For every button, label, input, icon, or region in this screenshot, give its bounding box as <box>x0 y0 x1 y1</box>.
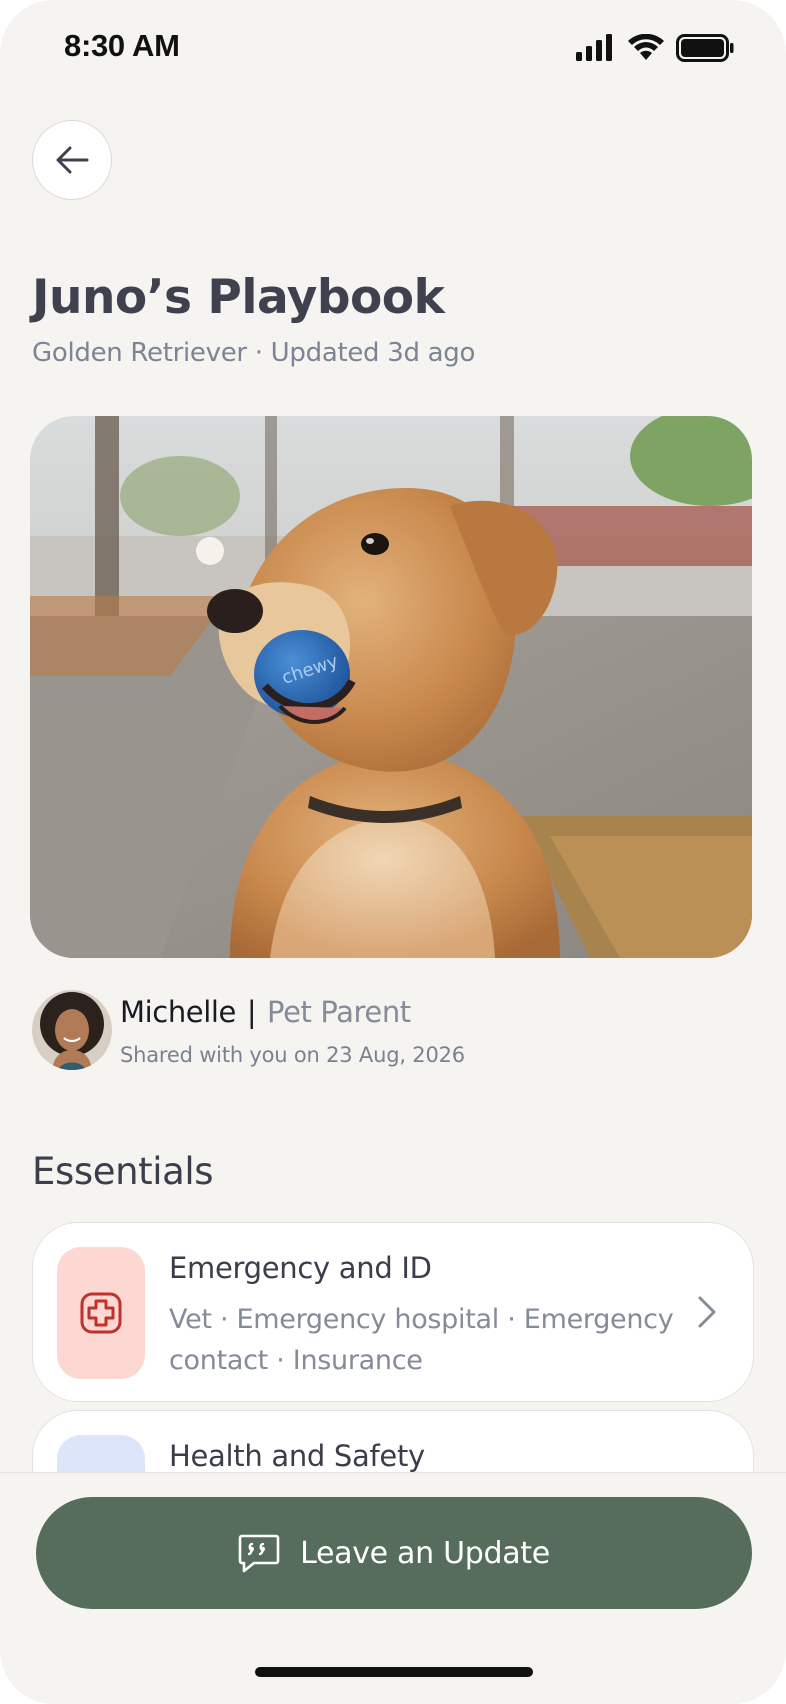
card-description: Vet · Emergency hospital · Emergency con… <box>169 1304 674 1376</box>
owner-name-text: Michelle <box>120 995 237 1029</box>
avatar <box>32 990 112 1070</box>
card-title: Health and Safety <box>169 1439 425 1473</box>
medical-cross-icon <box>80 1292 122 1334</box>
emergency-and-id-card[interactable]: Emergency and ID Vet · Emergency hospita… <box>32 1222 754 1402</box>
arrow-left-icon <box>56 146 89 174</box>
status-time: 8:30 AM <box>64 28 180 63</box>
phone-screen: 8:30 AM Juno’s Playbook Golden Retriever… <box>0 0 786 1704</box>
owner-name: Michelle | Pet Parent <box>120 995 411 1029</box>
page-subtitle: Golden Retriever · Updated 3d ago <box>32 338 476 368</box>
card-icon-container <box>57 1247 145 1379</box>
card-title: Emergency and ID <box>169 1251 432 1285</box>
cellular-signal-icon <box>576 34 612 61</box>
home-indicator <box>255 1667 533 1677</box>
back-button[interactable] <box>32 120 112 200</box>
page-title: Juno’s Playbook <box>32 270 445 325</box>
leave-update-label: Leave an Update <box>300 1535 550 1571</box>
dog-photo: chewy <box>30 416 752 958</box>
wifi-icon <box>628 34 664 60</box>
owner-separator: | <box>246 995 257 1029</box>
battery-icon <box>676 34 734 62</box>
owner-role: Pet Parent <box>267 995 411 1029</box>
section-title-essentials: Essentials <box>32 1150 214 1193</box>
bottom-action-bar: Leave an Update <box>0 1472 786 1704</box>
shared-date: Shared with you on 23 Aug, 2026 <box>120 1043 465 1067</box>
quote-bubble-icon <box>238 1534 280 1573</box>
leave-update-button[interactable]: Leave an Update <box>36 1497 752 1609</box>
chevron-right-icon <box>698 1296 716 1328</box>
